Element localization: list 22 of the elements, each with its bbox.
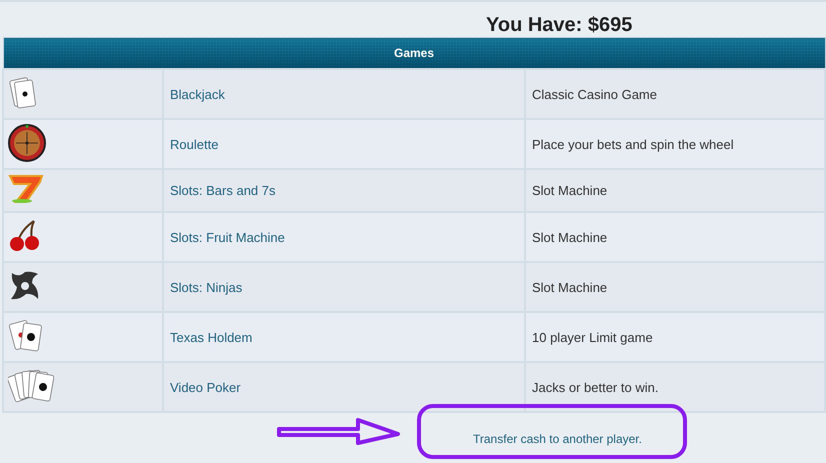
game-description: Classic Casino Game xyxy=(532,86,657,102)
game-link[interactable]: Slots: Fruit Machine xyxy=(170,230,285,244)
game-description: 10 player Limit game xyxy=(532,330,653,344)
playing-cards-icon xyxy=(8,368,54,404)
playing-cards-icon xyxy=(8,76,38,110)
game-description: Jacks or better to win. xyxy=(532,380,658,394)
seven-icon xyxy=(8,174,44,204)
game-description: Slot Machine xyxy=(532,280,608,294)
game-description: Place your bets and spin the wheel xyxy=(532,136,734,152)
game-link[interactable]: Blackjack xyxy=(170,86,225,102)
game-link[interactable]: Slots: Bars and 7s xyxy=(170,183,276,198)
game-description: Slot Machine xyxy=(532,230,608,244)
table-header: Games xyxy=(3,38,825,69)
game-link[interactable]: Roulette xyxy=(170,136,218,152)
roulette-wheel-icon xyxy=(8,124,46,162)
balance-heading: You Have: $695 xyxy=(486,13,632,37)
transfer-link[interactable]: Transfer cash to another player. xyxy=(473,432,642,446)
game-link[interactable]: Video Poker xyxy=(170,380,241,394)
cherries-icon xyxy=(8,218,42,252)
game-link[interactable]: Slots: Ninjas xyxy=(170,280,242,294)
game-link[interactable]: Texas Holdem xyxy=(170,330,252,344)
game-description: Slot Machine xyxy=(532,183,608,198)
